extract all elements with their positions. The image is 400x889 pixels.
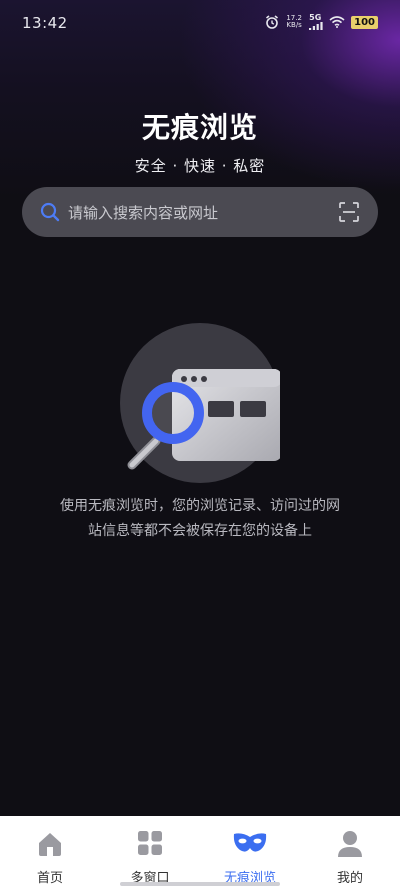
cellular: 5G — [309, 14, 323, 30]
nav-label-home: 首页 — [36, 871, 63, 886]
nav-item-home[interactable]: 首页 — [0, 816, 100, 889]
nav-item-mine[interactable]: 我的 — [300, 816, 400, 889]
alarm-icon — [266, 15, 279, 29]
search-bar[interactable] — [22, 187, 378, 237]
battery-level: 100 — [351, 15, 378, 29]
description: 使用无痕浏览时，您的浏览记录、访问过的网 站信息等都不会被保存在您的设备上 — [40, 494, 360, 544]
windows-grid-icon — [138, 831, 162, 855]
signal-icon — [309, 22, 323, 30]
mask-icon — [233, 833, 267, 852]
nav-item-incognito[interactable]: 无痕浏览 — [200, 816, 300, 889]
nav-label-mine: 我的 — [336, 871, 363, 886]
description-line-1: 使用无痕浏览时，您的浏览记录、访问过的网 — [60, 498, 340, 514]
search-input[interactable] — [66, 198, 330, 228]
bottom-nav: 首页 多窗口 无痕浏览 我的 — [0, 816, 400, 889]
scan-icon[interactable] — [338, 201, 360, 223]
status-icons: 17.2 KB/s 5G 100 — [265, 14, 378, 30]
home-icon — [39, 833, 61, 856]
status-bar: 13:42 17.2 KB/s 5G 100 — [0, 0, 400, 46]
network-type: 5G — [309, 13, 322, 22]
user-icon — [338, 831, 362, 857]
network-speed: 17.2 KB/s — [286, 14, 302, 29]
nav-item-windows[interactable]: 多窗口 — [100, 816, 200, 889]
page-title: 无痕浏览 — [141, 111, 258, 144]
page-subtitle: 安全 · 快速 · 私密 — [134, 157, 266, 175]
home-indicator[interactable] — [120, 882, 280, 886]
status-time: 13:42 — [22, 14, 68, 32]
search-icon — [40, 202, 60, 222]
description-line-2: 站信息等都不会被保存在您的设备上 — [88, 523, 312, 539]
wifi-icon — [329, 16, 345, 28]
incognito-browser-illustration — [120, 323, 280, 483]
